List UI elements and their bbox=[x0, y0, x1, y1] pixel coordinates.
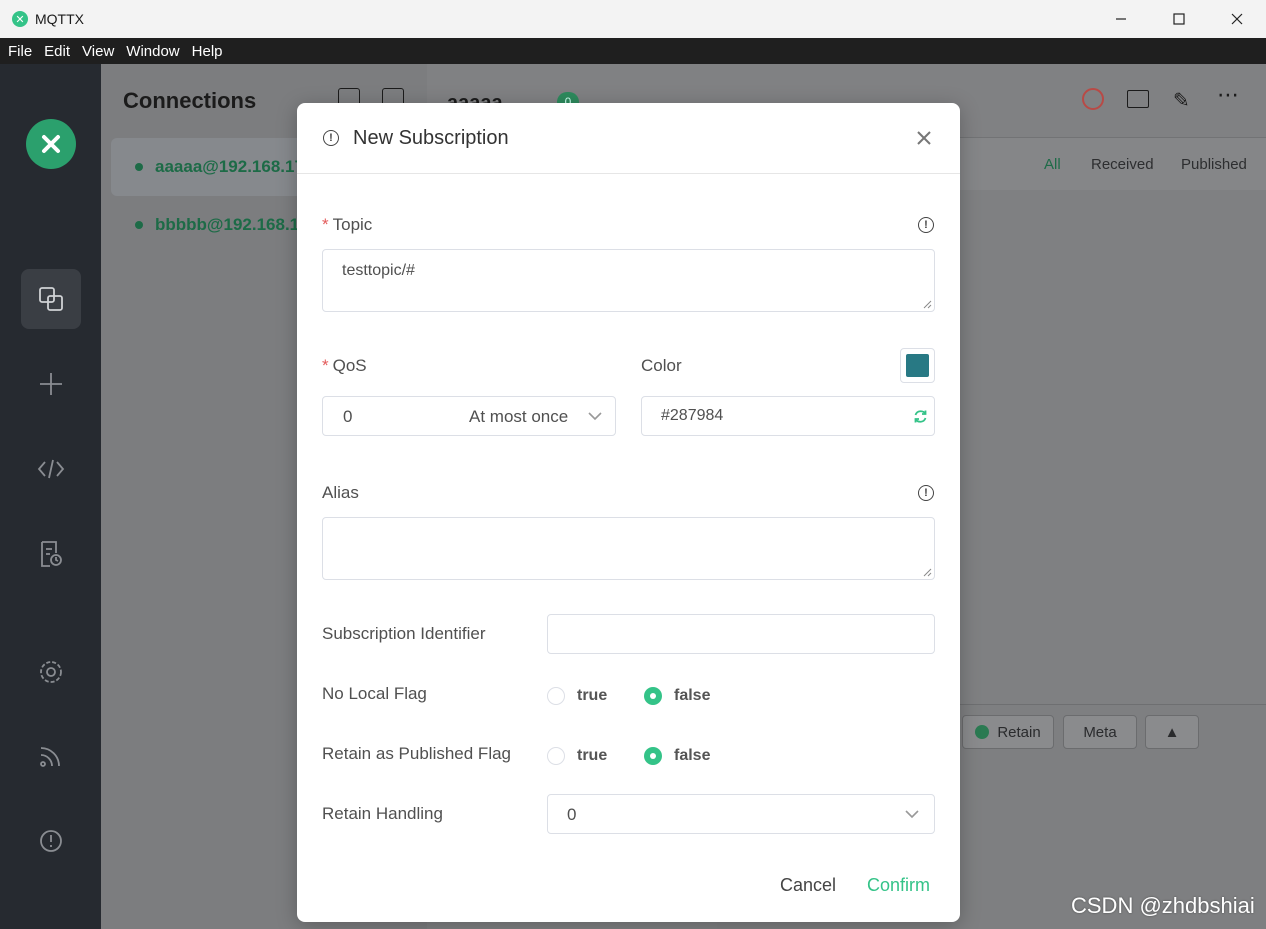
no-local-true-radio[interactable] bbox=[547, 687, 565, 705]
resize-handle-icon[interactable] bbox=[922, 567, 932, 577]
retain-pub-true-radio[interactable] bbox=[547, 747, 565, 765]
color-input[interactable]: #287984 bbox=[641, 396, 935, 436]
no-local-false-label[interactable]: false bbox=[674, 687, 710, 705]
retain-handling-value: 0 bbox=[567, 805, 577, 824]
retain-pub-true-label[interactable]: true bbox=[577, 747, 607, 765]
chevron-down-icon bbox=[588, 412, 602, 421]
mqttx-app-icon: ✕ bbox=[12, 11, 28, 27]
script-nav-icon[interactable] bbox=[21, 439, 81, 499]
maximize-button[interactable] bbox=[1150, 0, 1208, 38]
resize-handle-icon[interactable] bbox=[922, 299, 932, 309]
menu-view[interactable]: View bbox=[76, 43, 120, 60]
close-icon[interactable] bbox=[915, 129, 933, 147]
retain-pub-false-radio[interactable] bbox=[644, 747, 662, 765]
window-title: MQTTX bbox=[35, 11, 84, 27]
cancel-button[interactable]: Cancel bbox=[780, 875, 836, 896]
alias-label: Alias bbox=[322, 483, 359, 502]
menu-window[interactable]: Window bbox=[120, 43, 185, 60]
add-nav-icon[interactable] bbox=[21, 354, 81, 414]
dialog-header: ! New Subscription bbox=[297, 103, 960, 174]
left-nav bbox=[0, 64, 101, 929]
new-subscription-dialog: ! New Subscription * Topic ! testtopic/# … bbox=[297, 103, 960, 922]
no-local-true-label[interactable]: true bbox=[577, 687, 607, 705]
color-swatch[interactable] bbox=[900, 348, 935, 383]
info-icon: ! bbox=[323, 130, 339, 146]
watermark: CSDN @zhdbshiai bbox=[1071, 893, 1255, 918]
alias-info-icon[interactable]: ! bbox=[918, 485, 934, 501]
qos-select[interactable]: 0 At most once bbox=[322, 396, 616, 436]
color-value: #287984 bbox=[661, 407, 724, 424]
dialog-title: New Subscription bbox=[353, 127, 509, 149]
color-label: Color bbox=[641, 356, 682, 375]
menu-edit[interactable]: Edit bbox=[38, 43, 76, 60]
about-nav-icon[interactable] bbox=[21, 811, 81, 871]
minimize-button[interactable] bbox=[1092, 0, 1150, 38]
connections-nav-icon[interactable] bbox=[21, 269, 81, 329]
retain-as-published-label: Retain as Published Flag bbox=[322, 744, 512, 763]
retain-handling-select[interactable]: 0 bbox=[547, 794, 935, 834]
menu-help[interactable]: Help bbox=[186, 43, 229, 60]
topic-info-icon[interactable]: ! bbox=[918, 217, 934, 233]
chevron-down-icon bbox=[905, 810, 919, 819]
title-bar: ✕ MQTTX bbox=[0, 0, 1266, 38]
menu-bar: File Edit View Window Help bbox=[0, 38, 1266, 64]
subscription-identifier-input[interactable] bbox=[547, 614, 935, 654]
qos-value: 0 bbox=[343, 407, 353, 426]
qos-label: * QoS bbox=[322, 356, 367, 375]
topic-label: * Topic bbox=[322, 215, 373, 234]
retain-handling-label: Retain Handling bbox=[322, 804, 443, 823]
refresh-icon[interactable] bbox=[913, 409, 928, 424]
subscription-identifier-label: Subscription Identifier bbox=[322, 624, 486, 643]
topic-value: testtopic/# bbox=[342, 262, 415, 279]
alias-input[interactable] bbox=[322, 517, 935, 580]
close-window-button[interactable] bbox=[1208, 0, 1266, 38]
menu-file[interactable]: File bbox=[2, 43, 38, 60]
retain-pub-false-label[interactable]: false bbox=[674, 747, 710, 765]
no-local-flag-label: No Local Flag bbox=[322, 684, 427, 703]
log-nav-icon[interactable] bbox=[21, 524, 81, 584]
feed-nav-icon[interactable] bbox=[21, 726, 81, 786]
no-local-false-radio[interactable] bbox=[644, 687, 662, 705]
topic-input[interactable]: testtopic/# bbox=[322, 249, 935, 312]
confirm-button[interactable]: Confirm bbox=[867, 875, 930, 896]
qos-description: At most once bbox=[469, 407, 569, 426]
settings-nav-icon[interactable] bbox=[21, 642, 81, 702]
mqttx-logo bbox=[26, 119, 76, 169]
